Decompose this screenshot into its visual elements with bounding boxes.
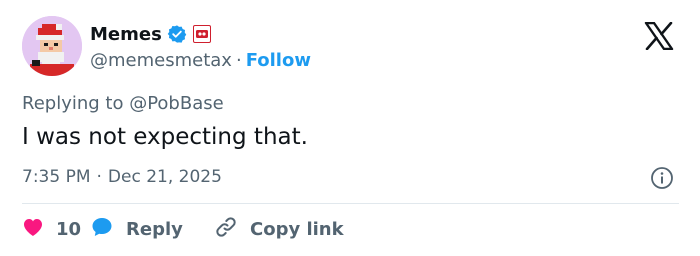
replying-to[interactable]: Replying to @PobBase: [22, 93, 224, 114]
verified-badge-icon: [167, 24, 187, 44]
like-button[interactable]: 10: [22, 217, 90, 242]
timestamp-separator: ·: [96, 167, 102, 187]
handle-row: @memesmetax · Follow: [90, 48, 311, 72]
tweet-date: Dec 21, 2025: [107, 167, 222, 187]
copy-link-label: Copy link: [250, 218, 344, 240]
action-bar: 10 Reply Copy link: [22, 216, 344, 242]
reply-label: Reply: [126, 218, 183, 240]
reply-button[interactable]: Reply: [90, 216, 214, 243]
user-handle[interactable]: @memesmetax: [90, 50, 232, 71]
link-icon: [214, 215, 238, 244]
timestamp[interactable]: 7:35 PM · Dec 21, 2025: [22, 167, 222, 187]
follow-button[interactable]: Follow: [246, 50, 311, 71]
tweet-text: I was not expecting that.: [22, 124, 308, 150]
author-name-row: Memes: [90, 22, 211, 46]
x-logo-icon[interactable]: [644, 21, 674, 51]
separator-dot: ·: [235, 49, 242, 71]
copy-link-button[interactable]: Copy link: [214, 215, 344, 244]
like-count: 10: [56, 218, 82, 240]
tweet-time: 7:35 PM: [22, 167, 91, 187]
divider: [22, 203, 679, 204]
info-icon[interactable]: [650, 166, 674, 190]
santa-avatar-icon: [22, 16, 82, 76]
display-name[interactable]: Memes: [90, 24, 162, 45]
speech-bubble-icon: [90, 216, 114, 243]
avatar[interactable]: [22, 16, 82, 76]
heart-icon: [22, 217, 44, 242]
affiliate-badge-icon[interactable]: [192, 25, 211, 43]
